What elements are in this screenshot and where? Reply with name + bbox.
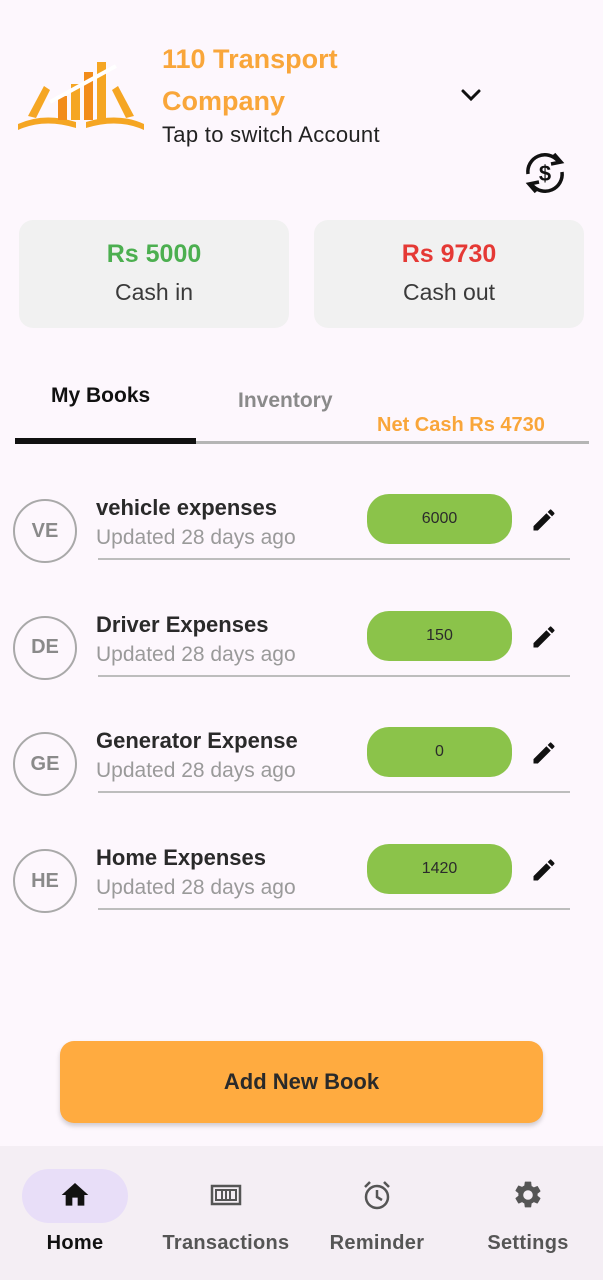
tab-bar: My Books Inventory Net Cash Rs 4730 (15, 372, 589, 446)
cash-out-label: Cash out (402, 279, 496, 305)
pencil-icon[interactable] (530, 856, 558, 884)
cash-in-label: Cash in (115, 279, 193, 305)
pencil-icon[interactable] (530, 739, 558, 767)
row-divider (98, 558, 570, 560)
nav-label-reminder: Reminder (329, 1232, 425, 1254)
row-divider (98, 791, 570, 794)
nav-transactions[interactable]: Transactions (151, 1146, 301, 1280)
cash-out-amount: Rs 9730 (401, 240, 497, 268)
book-row[interactable]: VE vehicle expenses Updated 28 days ago … (0, 480, 603, 597)
book-updated: Updated 28 days ago (96, 642, 296, 666)
book-balance-badge: 150 (367, 610, 512, 661)
nav-label-settings: Settings (487, 1232, 569, 1254)
switch-account-hint[interactable]: Tap to switch Account (162, 122, 380, 148)
book-chart-logo (18, 62, 144, 130)
book-name[interactable]: vehicle expenses (96, 495, 277, 521)
bottom-navigation: Home Transactions Reminder Settings (0, 1146, 603, 1280)
tab-inventory[interactable]: Inventory (238, 389, 333, 413)
book-updated: Updated 28 days ago (96, 759, 296, 783)
book-row[interactable]: HE Home Expenses Updated 28 days ago 142… (0, 830, 603, 947)
alarm-icon (364, 1181, 390, 1210)
cash-in-card: Rs 5000 Cash in (19, 220, 289, 328)
nav-label-transactions: Transactions (162, 1232, 290, 1254)
book-list: VE vehicle expenses Updated 28 days ago … (0, 480, 603, 947)
nav-home[interactable]: Home (0, 1146, 150, 1280)
tab-my-books[interactable]: My Books (51, 384, 150, 408)
book-balance-badge: 1420 (367, 844, 512, 895)
account-header[interactable]: 110 Transport Company Tap to switch Acco… (0, 0, 603, 200)
book-balance-badge: 6000 (367, 494, 512, 544)
cash-icon (210, 1184, 242, 1206)
book-row[interactable]: DE Driver Expenses Updated 28 days ago 1… (0, 597, 603, 714)
book-row[interactable]: GE Generator Expense Updated 28 days ago… (0, 713, 603, 830)
avatar: DE (13, 615, 77, 680)
book-balance-badge: 0 (367, 727, 512, 778)
row-divider (98, 908, 570, 911)
currency-swap-icon[interactable]: $ (518, 146, 572, 200)
avatar: VE (13, 499, 77, 563)
book-updated: Updated 28 days ago (96, 876, 296, 900)
book-name[interactable]: Generator Expense (96, 728, 298, 754)
nav-label-home: Home (46, 1232, 104, 1254)
pencil-icon[interactable] (530, 506, 558, 534)
nav-reminder[interactable]: Reminder (302, 1146, 452, 1280)
active-tab-indicator (15, 438, 196, 444)
add-new-book-button[interactable]: Add New Book (60, 1041, 543, 1123)
net-cash-label: Net Cash Rs 4730 (377, 414, 545, 436)
cash-in-amount: Rs 5000 (106, 240, 202, 268)
avatar: GE (13, 732, 77, 797)
company-name[interactable]: 110 Transport Company (162, 38, 422, 122)
pencil-icon[interactable] (530, 623, 558, 651)
book-name[interactable]: Driver Expenses (96, 612, 268, 638)
home-icon (61, 1183, 89, 1206)
book-name[interactable]: Home Expenses (96, 845, 266, 871)
book-updated: Updated 28 days ago (96, 526, 296, 549)
svg-text:$: $ (539, 161, 551, 186)
row-divider (98, 674, 570, 677)
chevron-down-icon[interactable] (456, 80, 486, 110)
gear-icon (515, 1181, 541, 1208)
cash-out-card: Rs 9730 Cash out (314, 220, 584, 328)
avatar: HE (13, 849, 77, 914)
nav-settings[interactable]: Settings (453, 1146, 603, 1280)
